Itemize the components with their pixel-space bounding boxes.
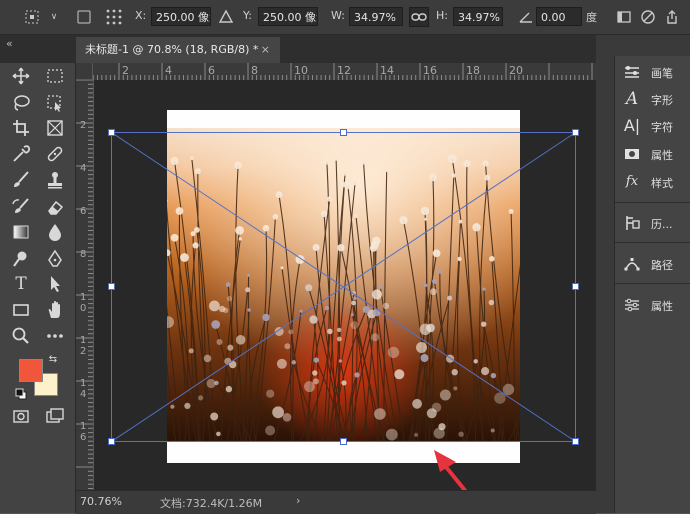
panel-label: 字形 [651, 94, 673, 107]
panel-divider [615, 202, 690, 203]
panel-label: 路径 [651, 259, 673, 272]
adjust-properties-icon [623, 296, 641, 314]
panel-label: 历... [651, 218, 673, 231]
transform-handle-top[interactable] [340, 129, 347, 136]
glyph-icon: A [625, 89, 639, 109]
properties-icon [623, 145, 641, 163]
transform-bounding-box[interactable] [0, 0, 690, 513]
status-menu-arrow[interactable]: › [296, 494, 300, 507]
panel-paths[interactable]: 路径 [615, 251, 690, 277]
character-icon: A| [623, 116, 641, 135]
transform-handle-top-left[interactable] [108, 129, 115, 136]
panel-glyphs[interactable]: A 字形 [615, 86, 690, 112]
panel-properties[interactable]: 属性 [615, 141, 690, 167]
paths-icon [623, 255, 641, 273]
brush-settings-icon [623, 63, 641, 81]
panel-label: 样式 [651, 177, 673, 190]
transform-handle-top-right[interactable] [572, 129, 579, 136]
panel-adjust-properties[interactable]: 属性 [615, 292, 690, 318]
transform-handle-bottom-left[interactable] [108, 438, 115, 445]
panel-divider [615, 242, 690, 243]
history-icon [623, 214, 641, 232]
transform-handle-bottom[interactable] [340, 438, 347, 445]
document-size-info: 文档:732.4K/1.26M [160, 497, 263, 510]
fx-styles-icon: fx [625, 174, 639, 189]
panel-brush-settings[interactable]: 画笔 [615, 59, 690, 85]
panel-history[interactable]: 历... [615, 210, 690, 236]
collapsed-panels: 画笔 A 字形 A| 字符 属性 fx 样式 历... 路径 属性 [614, 56, 690, 513]
panel-label: 字符 [651, 121, 673, 134]
panel-styles[interactable]: fx 样式 [615, 169, 690, 195]
panel-label: 属性 [651, 149, 673, 162]
panel-label: 属性 [651, 300, 673, 313]
zoom-level[interactable]: 70.76% [80, 495, 122, 508]
panel-label: 画笔 [651, 67, 673, 80]
transform-handle-bottom-right[interactable] [572, 438, 579, 445]
transform-handle-left[interactable] [108, 283, 115, 290]
panel-divider [615, 283, 690, 284]
status-bar: 70.76% 文档:732.4K/1.26M › [76, 490, 596, 514]
panel-character[interactable]: A| 字符 [615, 113, 690, 139]
transform-handle-right[interactable] [572, 283, 579, 290]
